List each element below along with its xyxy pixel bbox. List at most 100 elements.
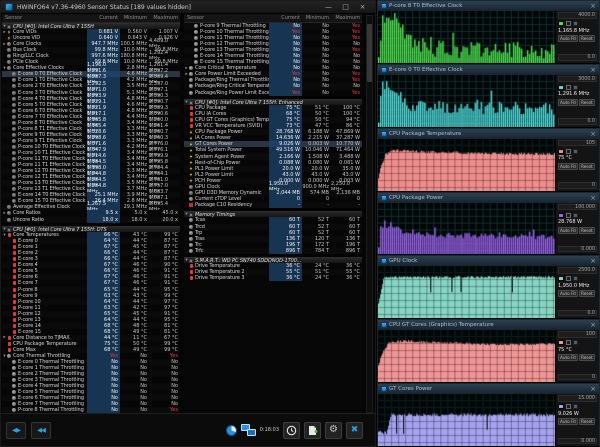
graph-titlebar[interactable]: CPU Package Power× [378, 193, 599, 203]
sensor-icon [12, 97, 16, 101]
series-color-swatch [558, 213, 564, 218]
column-nav-right-button[interactable]: ◀◀ [31, 422, 51, 439]
graph-title: E-core 0 T0 Effective Clock [389, 67, 588, 73]
reset-button[interactable]: Reset [579, 227, 595, 234]
sensor-row[interactable]: Uncore Ratio18.0 x18.0 x20.0 x [2, 217, 180, 223]
background-color-swatch[interactable] [573, 85, 578, 90]
scrollbar-thumb[interactable] [367, 24, 372, 82]
background-color-swatch[interactable] [573, 276, 578, 281]
checkbox-icon[interactable] [566, 404, 571, 409]
graph-plot-area [378, 266, 555, 318]
exit-button[interactable]: ✖ [346, 422, 363, 439]
auto-fit-button[interactable]: Auto Fit [558, 290, 578, 297]
auto-fit-button[interactable]: Auto Fit [558, 35, 578, 42]
graph-close-icon[interactable]: × [590, 130, 596, 138]
graph-close-icon[interactable]: × [590, 66, 596, 74]
background-color-swatch[interactable] [573, 213, 578, 218]
graph-info-panel: 10575 °CAuto FitReset0 [555, 139, 599, 191]
graph-window-stack: P-core 8 T0 Effective Clock×4000.01,165.… [377, 0, 600, 447]
checkbox-icon[interactable] [566, 149, 571, 154]
maximize-button[interactable]: □ [337, 1, 354, 13]
settings-button[interactable]: ⚙ [325, 422, 342, 439]
graph-close-icon[interactable]: × [590, 385, 596, 393]
thermometer-icon [13, 300, 16, 304]
sensor-rows-middle: P-core 9 Thermal ThrottlingNoNoYesP-core… [184, 23, 362, 281]
auto-fit-button[interactable]: Auto Fit [558, 163, 578, 170]
checkbox-icon[interactable] [566, 340, 571, 345]
graph-titlebar[interactable]: GPU Clock× [378, 256, 599, 266]
sensor-row[interactable]: Drive Temperature 336 °C24 °C36 °C [184, 275, 362, 281]
sensor-icon [7, 54, 11, 58]
reset-button[interactable]: Reset [579, 163, 595, 170]
thermometer-icon [13, 281, 16, 285]
graph-info-panel: 15.0009.026 WAuto FitReset0.000 [555, 394, 599, 446]
sensor-label: Package C10 Residency [195, 202, 269, 208]
graph-titlebar[interactable]: CPU Package Temperature× [378, 129, 599, 139]
reset-button[interactable]: Reset [579, 290, 595, 297]
column-nav-left-button[interactable]: ◀▶ [6, 422, 26, 439]
checkbox-icon[interactable] [566, 85, 571, 90]
sensor-icon [12, 181, 16, 185]
auto-fit-button[interactable]: Auto Fit [558, 99, 578, 106]
minimize-button[interactable]: — [320, 1, 337, 13]
checkbox-icon[interactable] [566, 213, 571, 218]
graph-info-panel: 100.00028.768 WAuto FitReset0.000 [555, 203, 599, 255]
value-min: 24 °C [302, 275, 331, 281]
graph-close-icon[interactable]: × [590, 194, 596, 202]
thermometer-icon [13, 257, 16, 261]
dual-monitor-icon[interactable] [241, 424, 256, 436]
graph-titlebar[interactable]: E-core 0 T0 Effective Clock× [378, 65, 599, 75]
reset-button[interactable]: Reset [579, 354, 595, 361]
header-minimum: Minimum [120, 15, 149, 21]
value-min: No [302, 90, 331, 96]
sensor-row[interactable]: Package C10 Residency--- [184, 202, 362, 208]
sensor-label: Package/Ring Power Limit Exceeded [195, 90, 269, 96]
sensor-icon [189, 66, 193, 70]
graph-close-icon[interactable]: × [590, 321, 596, 329]
pie-chart-icon[interactable] [226, 425, 237, 436]
chip-icon [189, 259, 193, 263]
reset-button[interactable]: Reset [579, 35, 595, 42]
background-color-swatch[interactable] [573, 404, 578, 409]
sensor-icon [12, 169, 16, 173]
close-button[interactable]: × [354, 1, 371, 13]
graph-close-icon[interactable]: × [590, 2, 596, 10]
sensor-icon [12, 91, 16, 95]
graph-window: CPU GT Cores (Graphics) Temperature×1007… [377, 319, 600, 383]
background-color-swatch[interactable] [573, 149, 578, 154]
reset-button[interactable]: Reset [579, 99, 595, 106]
graph-close-icon[interactable]: × [590, 257, 596, 265]
background-color-swatch[interactable] [573, 21, 578, 26]
auto-fit-button[interactable]: Auto Fit [558, 227, 578, 234]
background-color-swatch[interactable] [573, 340, 578, 345]
window-titlebar[interactable]: HWiNFO64 v7.36-4960 Sensor Status [189 v… [1, 1, 375, 14]
header-sensor: Sensor [2, 15, 87, 21]
sensor-row[interactable]: Package/Ring Power Limit ExceededYesNoYe… [184, 90, 362, 96]
clock-button[interactable] [283, 422, 300, 439]
sensor-row[interactable]: Trfc896 T784 T896 T [184, 248, 362, 254]
reset-button[interactable]: Reset [579, 418, 595, 425]
graph-ymin-label: 0.0 [558, 310, 597, 317]
sensor-icon [12, 366, 16, 370]
graph-current-value: 1,291.6 MHz [558, 91, 597, 97]
graph-ymax-label: 15.000 [558, 395, 597, 402]
sensor-icon [12, 384, 16, 388]
auto-fit-button[interactable]: Auto Fit [558, 354, 578, 361]
graph-titlebar[interactable]: CPU GT Cores (Graphics) Temperature× [378, 320, 599, 330]
value-min: 784 T [302, 248, 331, 254]
value-cur: 36 °C [269, 275, 302, 281]
sensor-icon [12, 103, 16, 107]
auto-fit-button[interactable]: Auto Fit [558, 418, 578, 425]
graph-titlebar[interactable]: GT Cores Power× [378, 384, 599, 394]
checkbox-icon[interactable] [566, 276, 571, 281]
graph-icon [381, 322, 387, 328]
graph-ymin-label: 0 [558, 374, 597, 381]
report-button[interactable] [304, 422, 321, 439]
sensor-icon [7, 218, 11, 222]
graph-titlebar[interactable]: P-core 8 T0 Effective Clock× [378, 1, 599, 11]
screen: HWiNFO64 v7.36-4960 Sensor Status [189 v… [0, 0, 600, 447]
thermometer-icon [190, 276, 193, 280]
vertical-scrollbar[interactable] [366, 15, 373, 413]
power-icon [189, 148, 193, 152]
checkbox-icon[interactable] [566, 21, 571, 26]
